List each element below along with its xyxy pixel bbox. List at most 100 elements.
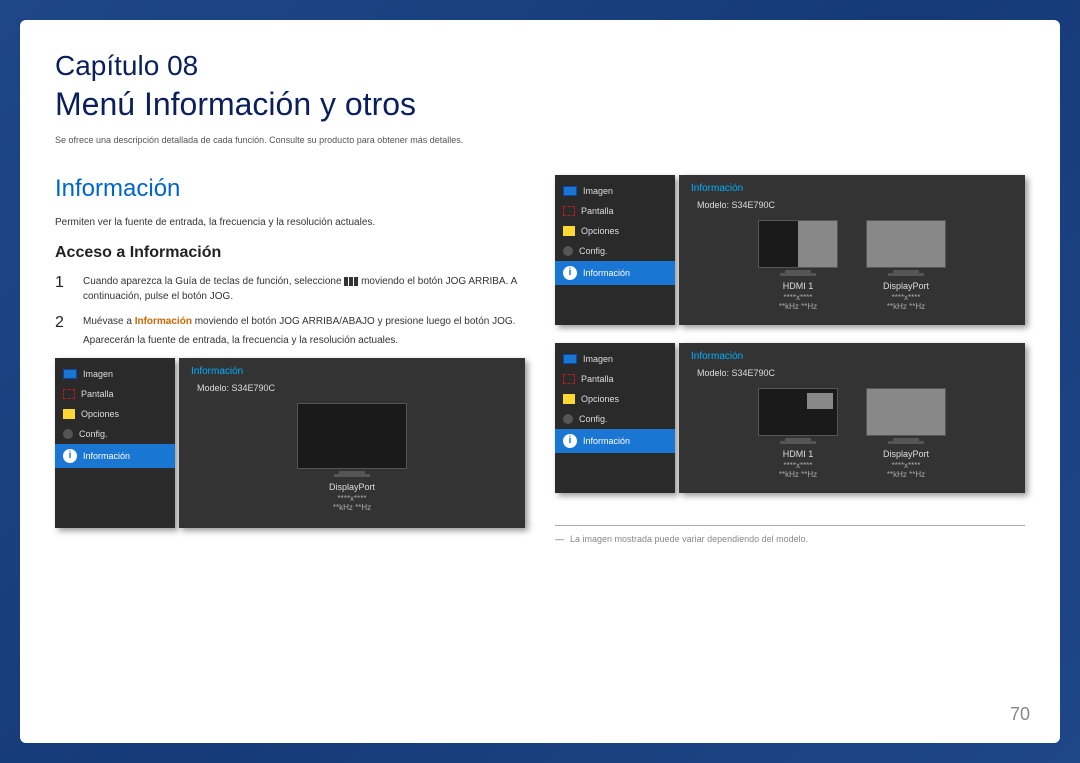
osd-item-pantalla: Pantalla xyxy=(555,201,675,221)
monitor-block-dp: DisplayPort ****x**** **kHz **Hz xyxy=(866,220,946,311)
info-icon: i xyxy=(63,449,77,463)
monitor-resolution: ****x**** xyxy=(866,461,946,470)
osd-label-opciones: Opciones xyxy=(581,226,619,236)
osd-item-pantalla: Pantalla xyxy=(555,369,675,389)
step-2-post: Aparecerán la fuente de entrada, la frec… xyxy=(83,333,515,348)
step-number: 2 xyxy=(55,314,71,348)
footnote: ― La imagen mostrada puede variar dependi… xyxy=(555,534,1025,544)
monitor-frequency: **kHz **Hz xyxy=(758,302,838,311)
section-description: Permiten ver la fuente de entrada, la fr… xyxy=(55,217,525,228)
step-1: 1 Cuando aparezca la Guía de teclas de f… xyxy=(55,274,525,304)
monitor-source: DisplayPort xyxy=(297,482,407,492)
osd-label-pantalla: Pantalla xyxy=(581,374,614,384)
pbp-left xyxy=(759,221,798,267)
content-columns: Información Permiten ver la fuente de en… xyxy=(55,175,1025,723)
footnote-dash: ― xyxy=(555,534,564,544)
osd-sidebar: Imagen Pantalla Opciones Config. iInform… xyxy=(55,358,175,528)
opciones-icon xyxy=(563,394,575,404)
monitor-stand xyxy=(785,270,811,273)
osd-panel-title: Información xyxy=(191,366,513,377)
section-title: Información xyxy=(55,175,525,203)
osd-item-config: Config. xyxy=(55,424,175,444)
subsection-title: Acceso a Información xyxy=(55,244,525,262)
osd-main-panel: Información Modelo: S34E790C DisplayPort… xyxy=(179,358,525,528)
osd-item-pantalla: Pantalla xyxy=(55,384,175,404)
osd-label-informacion: Información xyxy=(583,268,630,278)
chapter-title: Menú Información y otros xyxy=(55,86,1025,123)
monitor-block-dp: DisplayPort ****x**** **kHz **Hz xyxy=(297,403,407,512)
monitor-frequency: **kHz **Hz xyxy=(866,470,946,479)
step-text: Cuando aparezca la Guía de teclas de fun… xyxy=(83,274,525,304)
pantalla-icon xyxy=(563,206,575,216)
osd-panel-pip: Imagen Pantalla Opciones Config. iInform… xyxy=(555,343,1025,493)
monitor-resolution: ****x**** xyxy=(758,293,838,302)
osd-model: Modelo: S34E790C xyxy=(697,368,1013,378)
monitor-stand xyxy=(893,270,919,273)
osd-main-panel: Información Modelo: S34E790C HDMI 1 ****… xyxy=(679,343,1025,493)
footnote-text: La imagen mostrada puede variar dependie… xyxy=(570,534,808,544)
monitor-block-hdmi: HDMI 1 ****x**** **kHz **Hz xyxy=(758,220,838,311)
opciones-icon xyxy=(563,226,575,236)
monitor-source: DisplayPort xyxy=(866,449,946,459)
monitor-frequency: **kHz **Hz xyxy=(758,470,838,479)
osd-main-panel: Información Modelo: S34E790C HDMI 1 ****… xyxy=(679,175,1025,325)
step-2-mid: moviendo el botón JOG ARRIBA/ABAJO y pre… xyxy=(192,316,516,327)
osd-item-imagen: Imagen xyxy=(555,349,675,369)
osd-item-imagen: Imagen xyxy=(55,364,175,384)
step-2-pre: Muévase a xyxy=(83,316,135,327)
osd-item-informacion: iInformación xyxy=(55,444,175,468)
monitor-block-dp: DisplayPort ****x**** **kHz **Hz xyxy=(866,388,946,479)
osd-panel-title: Información xyxy=(691,183,1013,194)
step-2: 2 Muévase a Información moviendo el botó… xyxy=(55,314,525,348)
osd-label-opciones: Opciones xyxy=(581,394,619,404)
footnote-block: ― La imagen mostrada puede variar dependi… xyxy=(555,511,1025,544)
osd-label-config: Config. xyxy=(579,246,608,256)
monitor-screen xyxy=(866,388,946,436)
osd-item-opciones: Opciones xyxy=(555,221,675,241)
pantalla-icon xyxy=(563,374,575,384)
osd-panel-pbp: Imagen Pantalla Opciones Config. i Inform… xyxy=(555,175,1025,325)
right-column: Imagen Pantalla Opciones Config. i Inform… xyxy=(555,175,1025,723)
step-1-pre: Cuando aparezca la Guía de teclas de fun… xyxy=(83,276,344,287)
monitor-screen-pbp xyxy=(758,220,838,268)
osd-label-config: Config. xyxy=(79,429,108,439)
monitor-resolution: ****x**** xyxy=(866,293,946,302)
footnote-rule xyxy=(555,525,1025,526)
pbp-right xyxy=(798,221,837,267)
monitor-screen-pip xyxy=(758,388,838,436)
monitor-frequency: **kHz **Hz xyxy=(297,503,407,512)
config-icon xyxy=(563,414,573,424)
osd-label-imagen: Imagen xyxy=(583,354,613,364)
osd-model: Modelo: S34E790C xyxy=(697,200,1013,210)
config-icon xyxy=(63,429,73,439)
osd-label-opciones: Opciones xyxy=(81,409,119,419)
osd-sidebar: Imagen Pantalla Opciones Config. iInform… xyxy=(555,343,675,493)
pip-inner xyxy=(807,393,833,409)
osd-label-config: Config. xyxy=(579,414,608,424)
info-icon: i xyxy=(563,266,577,280)
page-number: 70 xyxy=(1010,704,1030,725)
osd-item-imagen: Imagen xyxy=(555,181,675,201)
osd-label-imagen: Imagen xyxy=(83,369,113,379)
menu-icon xyxy=(344,277,358,286)
monitor-screen xyxy=(297,403,407,469)
osd-label-pantalla: Pantalla xyxy=(81,389,114,399)
monitor-screen xyxy=(866,220,946,268)
imagen-icon xyxy=(563,186,577,196)
osd-item-informacion: iInformación xyxy=(555,429,675,453)
osd-item-opciones: Opciones xyxy=(55,404,175,424)
monitor-source: HDMI 1 xyxy=(758,449,838,459)
osd-panel-single: Imagen Pantalla Opciones Config. iInform… xyxy=(55,358,525,528)
monitor-stand xyxy=(339,471,365,474)
monitor-source: DisplayPort xyxy=(866,281,946,291)
osd-sidebar: Imagen Pantalla Opciones Config. i Inform… xyxy=(555,175,675,325)
monitor-stand xyxy=(785,438,811,441)
monitor-stand xyxy=(893,438,919,441)
step-number: 1 xyxy=(55,274,71,304)
osd-model: Modelo: S34E790C xyxy=(197,383,513,393)
opciones-icon xyxy=(63,409,75,419)
osd-item-informacion: i Información xyxy=(555,261,675,285)
monitor-source: HDMI 1 xyxy=(758,281,838,291)
step-2-highlight: Información xyxy=(135,316,192,327)
osd-label-imagen: Imagen xyxy=(583,186,613,196)
